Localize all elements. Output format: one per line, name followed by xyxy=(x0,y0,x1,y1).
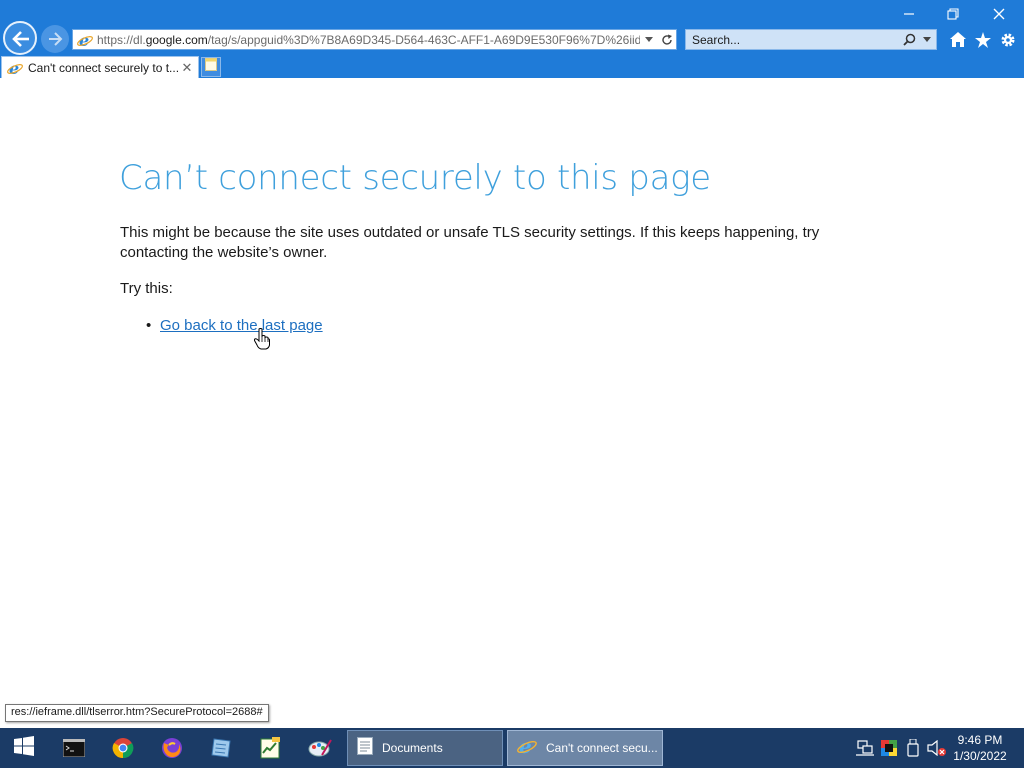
chrome-icon[interactable] xyxy=(99,728,147,768)
taskbar-window-label: Can't connect secu... xyxy=(546,741,658,755)
back-button[interactable] xyxy=(3,21,37,55)
spreadsheet-icon[interactable] xyxy=(246,728,294,768)
try-this-label: Try this: xyxy=(120,280,173,297)
notepad-icon[interactable] xyxy=(197,728,245,768)
screen: e https://dl.google.com/tag/s/appguid%3D… xyxy=(0,0,1024,768)
search-input[interactable] xyxy=(686,30,900,49)
status-bar-tooltip: res://ieframe.dll/tlserror.htm?SecurePro… xyxy=(5,704,269,722)
new-tab-button[interactable] xyxy=(201,57,221,77)
tab-close-icon[interactable]: ✕ xyxy=(178,59,196,77)
tab-strip: e Can't connect securely to t... ✕ xyxy=(0,56,1024,78)
new-tab-icon xyxy=(205,58,217,76)
home-icon[interactable] xyxy=(947,29,969,50)
url-host: google.com xyxy=(145,32,208,47)
restore-icon[interactable] xyxy=(930,0,976,28)
ie-icon: e xyxy=(76,31,94,49)
taskbar-window-ie[interactable]: e Can't connect secu... xyxy=(507,730,663,766)
search-box[interactable] xyxy=(685,29,937,50)
page-content: Can’t connect securely to this page This… xyxy=(0,78,1024,728)
taskbar-window-label: Documents xyxy=(382,741,443,755)
firefox-icon[interactable] xyxy=(148,728,196,768)
ie-icon: e xyxy=(6,59,24,77)
bullet: • xyxy=(146,317,152,334)
page-title: Can’t connect securely to this page xyxy=(119,158,711,198)
search-icon[interactable] xyxy=(900,30,918,49)
paint-icon[interactable] xyxy=(296,728,344,768)
usb-drive-icon[interactable] xyxy=(903,738,923,758)
suggestion-list: • Go back to the last page xyxy=(146,317,323,334)
clock-date: 1/30/2022 xyxy=(953,749,1007,763)
browser-chrome: e https://dl.google.com/tag/s/appguid%3D… xyxy=(0,0,1024,78)
network-icon[interactable] xyxy=(855,738,875,758)
error-description: This might be because the site uses outd… xyxy=(120,224,820,261)
color-icon[interactable] xyxy=(879,738,899,758)
taskbar: Documents e Can't connect secu... 9:46 P… xyxy=(0,728,1024,768)
close-icon[interactable] xyxy=(976,0,1022,28)
list-item: • Go back to the last page xyxy=(146,317,323,334)
url-path: /tag/s/appguid%3D%7B8A69D345-D564-463C-A… xyxy=(207,32,640,47)
taskbar-window-documents[interactable]: Documents xyxy=(347,730,503,766)
minimize-icon[interactable] xyxy=(886,0,932,28)
taskbar-clock[interactable]: 9:46 PM 1/30/2022 xyxy=(950,732,1010,764)
favorites-star-icon[interactable] xyxy=(972,29,994,50)
refresh-icon[interactable] xyxy=(658,30,676,49)
dropdown-icon[interactable] xyxy=(640,30,658,49)
tab-title: Can't connect securely to t... xyxy=(28,60,178,75)
chevron-down-icon[interactable] xyxy=(918,30,936,49)
command-prompt-icon[interactable] xyxy=(50,728,98,768)
start-button[interactable] xyxy=(0,728,48,768)
address-bar[interactable]: e https://dl.google.com/tag/s/appguid%3D… xyxy=(72,29,677,50)
go-back-link[interactable]: Go back to the last page xyxy=(160,317,323,334)
volume-muted-icon[interactable] xyxy=(927,738,947,758)
gear-icon[interactable] xyxy=(997,29,1019,50)
tab-active[interactable]: e Can't connect securely to t... ✕ xyxy=(1,56,199,78)
url-text[interactable]: https://dl.google.com/tag/s/appguid%3D%7… xyxy=(97,33,640,47)
forward-button[interactable] xyxy=(41,25,69,53)
clock-time: 9:46 PM xyxy=(957,733,1003,747)
start-windows-icon xyxy=(14,735,34,761)
document-icon xyxy=(357,736,373,760)
ie-icon: e xyxy=(517,734,537,761)
hand-cursor-icon xyxy=(253,328,270,355)
url-prefix: https://dl. xyxy=(97,32,146,47)
